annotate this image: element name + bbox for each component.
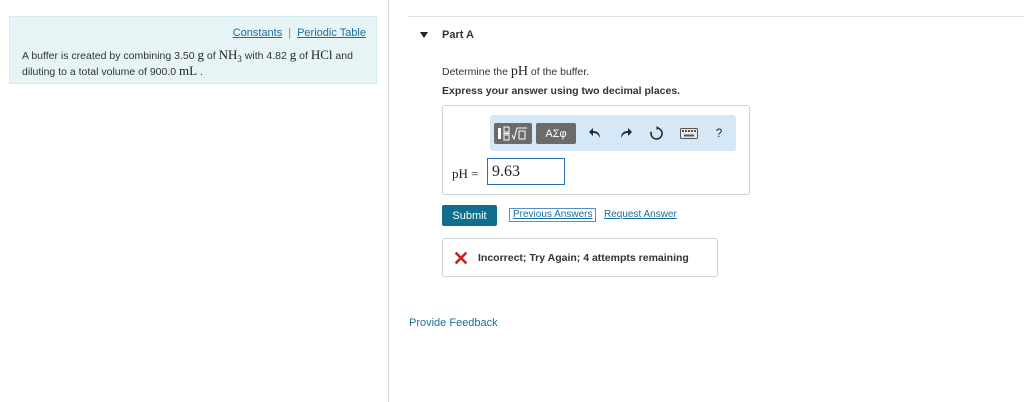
part-top-rule (408, 16, 1024, 17)
redo-icon[interactable] (618, 125, 634, 141)
constants-link[interactable]: Constants (233, 27, 283, 39)
undo-icon[interactable] (587, 125, 603, 141)
provide-feedback-link[interactable]: Provide Feedback (409, 317, 498, 329)
problem-text: A buffer is created by combining 3.50 g … (22, 47, 353, 79)
question-text: Determine the pH of the buffer. (442, 64, 590, 79)
ph-answer-input[interactable]: 9.63 (487, 158, 565, 185)
periodic-table-link[interactable]: Periodic Table (297, 27, 366, 39)
answer-area: ΑΣφ ? pH = 9.63 (442, 105, 750, 195)
math-toolbar: ΑΣφ ? (490, 115, 736, 151)
templates-button[interactable] (494, 123, 532, 144)
part-label: Part A (442, 29, 474, 41)
incorrect-x-icon (454, 251, 468, 265)
resource-links: Constants | Periodic Table (233, 27, 366, 39)
templates-icon (498, 126, 527, 141)
submit-button[interactable]: Submit (442, 205, 497, 226)
help-icon[interactable]: ? (711, 125, 727, 141)
panel-divider (388, 0, 389, 402)
part-a-toggle[interactable]: Part A (420, 29, 474, 41)
instruction-text: Express your answer using two decimal pl… (442, 85, 681, 97)
collapse-triangle-icon (420, 32, 428, 38)
greek-symbols-button[interactable]: ΑΣφ (536, 123, 576, 144)
problem-panel: Constants | Periodic Table A buffer is cre… (9, 16, 377, 84)
previous-answers-link[interactable]: Previous Answers (509, 208, 597, 222)
feedback-status-text: Incorrect; Try Again; 4 attempts remaini… (478, 251, 689, 264)
request-answer-link[interactable]: Request Answer (604, 209, 677, 220)
keyboard-icon[interactable] (680, 125, 698, 141)
link-separator: | (288, 27, 292, 39)
answer-label: pH = (452, 166, 479, 181)
feedback-message: Incorrect; Try Again; 4 attempts remaini… (442, 238, 718, 277)
reset-icon[interactable] (648, 125, 664, 141)
